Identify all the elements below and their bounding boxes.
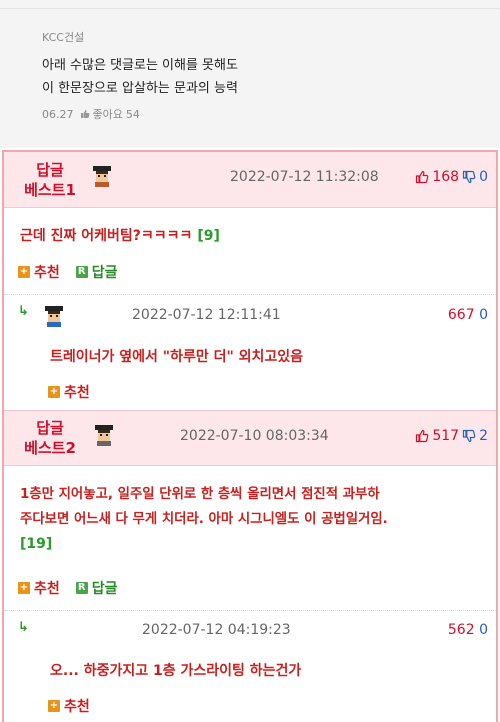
reply-timestamp: 2022-07-12 12:11:41 bbox=[132, 307, 281, 323]
avatar-icon[interactable] bbox=[92, 423, 116, 447]
divider bbox=[4, 610, 496, 611]
reply-icon: R bbox=[75, 266, 88, 278]
reply-count[interactable]: [9] bbox=[197, 228, 220, 244]
best-label-line1: 답글 bbox=[36, 419, 64, 437]
best-label-line2: 베스트1 bbox=[24, 181, 76, 199]
recommend-button[interactable]: + 추천 bbox=[18, 262, 60, 282]
best1-header: 답글 베스트1 2022-07-12 11:32:08 168 0 bbox=[4, 152, 496, 208]
best1-text: 근데 진짜 어케버팀?ㅋㅋㅋㅋ [9] bbox=[20, 224, 220, 249]
best2-header: 답글 베스트2 2022-07-10 08:03:34 517 2 bbox=[4, 410, 496, 466]
comment-text-line2: 이 한문장으로 압살하는 문과의 능력 bbox=[42, 81, 238, 96]
reply-votes: 667 0 bbox=[448, 307, 488, 323]
comment-text-line1: 아래 수많은 댓글로는 이해를 못해도 bbox=[42, 58, 238, 73]
downvote-count: 0 bbox=[479, 307, 488, 323]
comment-author[interactable]: KCC건설 bbox=[42, 29, 84, 45]
reply-button[interactable]: R 답글 bbox=[75, 578, 118, 598]
best2-label: 답글 베스트2 bbox=[18, 418, 82, 458]
reply-icon: R bbox=[75, 582, 88, 594]
best1-votes: 168 0 bbox=[415, 169, 488, 185]
plus-icon: + bbox=[18, 266, 30, 278]
recommend-button[interactable]: + 추천 bbox=[48, 696, 90, 716]
plus-icon: + bbox=[18, 582, 30, 594]
divider bbox=[4, 294, 496, 295]
thumb-up-icon[interactable] bbox=[415, 170, 429, 184]
recommend-label: 추천 bbox=[34, 581, 60, 597]
like-label: 좋아요 bbox=[92, 108, 123, 121]
thumb-down-icon[interactable] bbox=[462, 170, 476, 184]
best1-label: 답글 베스트1 bbox=[18, 160, 82, 200]
reply-text: 트레이너가 옆에서 "하루만 더" 외치고있음 bbox=[50, 349, 304, 365]
top-comment-card: KCC건설 아래 수많은 댓글로는 이해를 못해도 이 한문장으로 압살하는 문… bbox=[0, 0, 500, 148]
recommend-label: 추천 bbox=[64, 699, 90, 715]
avatar-icon[interactable] bbox=[90, 164, 114, 188]
upvote-count: 562 bbox=[447, 622, 475, 638]
thumb-up-icon bbox=[80, 110, 90, 118]
best2-votes: 517 2 bbox=[415, 428, 488, 444]
plus-icon: + bbox=[48, 386, 60, 398]
comment-body: 근데 진짜 어케버팀?ㅋㅋㅋㅋ bbox=[20, 228, 193, 244]
thumb-up-icon[interactable] bbox=[415, 429, 429, 443]
thumb-down-icon[interactable] bbox=[462, 429, 476, 443]
avatar-icon[interactable] bbox=[42, 304, 66, 328]
upvote-count: 667 bbox=[447, 307, 475, 323]
reply-label: 답글 bbox=[91, 581, 118, 597]
downvote-count: 2 bbox=[479, 428, 488, 444]
reply-text: 오... 하중가지고 1층 가스라이팅 하는건가 bbox=[50, 663, 302, 679]
best2-text: 1층만 지어놓고, 일주일 단위로 한 층씩 올리면서 점진적 과부하 주다보면… bbox=[20, 482, 490, 557]
best2-actions: + 추천 R 답글 bbox=[18, 578, 118, 598]
reply-label: 답글 bbox=[91, 265, 118, 281]
comment-body-line2: 주다보면 어느새 다 무게 치더라. 아마 시그니엘도 이 공법일거임. bbox=[20, 512, 388, 527]
recommend-label: 추천 bbox=[64, 385, 90, 401]
divider bbox=[0, 8, 500, 9]
recommend-button[interactable]: + 추천 bbox=[48, 382, 90, 402]
best-label-line1: 답글 bbox=[36, 161, 64, 179]
best1-timestamp: 2022-07-12 11:32:08 bbox=[230, 169, 379, 185]
reply-button[interactable]: R 답글 bbox=[75, 262, 118, 282]
recommend-button[interactable]: + 추천 bbox=[18, 578, 60, 598]
comment-meta: 06.27 좋아요 54 bbox=[42, 106, 140, 122]
like-count: 54 bbox=[125, 107, 140, 121]
comment-date: 06.27 bbox=[42, 107, 74, 121]
reply-votes: 562 0 bbox=[448, 622, 488, 638]
best-label-line2: 베스트2 bbox=[24, 439, 76, 457]
reply-arrow-icon: ↳ bbox=[18, 304, 29, 319]
best2-timestamp: 2022-07-10 08:03:34 bbox=[180, 428, 329, 444]
downvote-count: 0 bbox=[479, 169, 488, 185]
plus-icon: + bbox=[48, 700, 60, 712]
upvote-count: 168 bbox=[432, 169, 460, 185]
reply-arrow-icon: ↳ bbox=[18, 620, 29, 635]
downvote-count: 0 bbox=[479, 622, 488, 638]
comment-body-line1: 1층만 지어놓고, 일주일 단위로 한 층씩 올리면서 점진적 과부하 bbox=[20, 487, 380, 502]
like-button[interactable]: 좋아요 54 bbox=[80, 106, 140, 122]
best1-actions: + 추천 R 답글 bbox=[18, 262, 118, 282]
recommend-label: 추천 bbox=[34, 265, 60, 281]
reply-count[interactable]: [19] bbox=[20, 532, 490, 557]
upvote-count: 517 bbox=[432, 428, 460, 444]
best-comments-section: 답글 베스트1 2022-07-12 11:32:08 168 0 근데 진짜 … bbox=[2, 150, 498, 722]
reply-timestamp: 2022-07-12 04:19:23 bbox=[142, 622, 291, 638]
